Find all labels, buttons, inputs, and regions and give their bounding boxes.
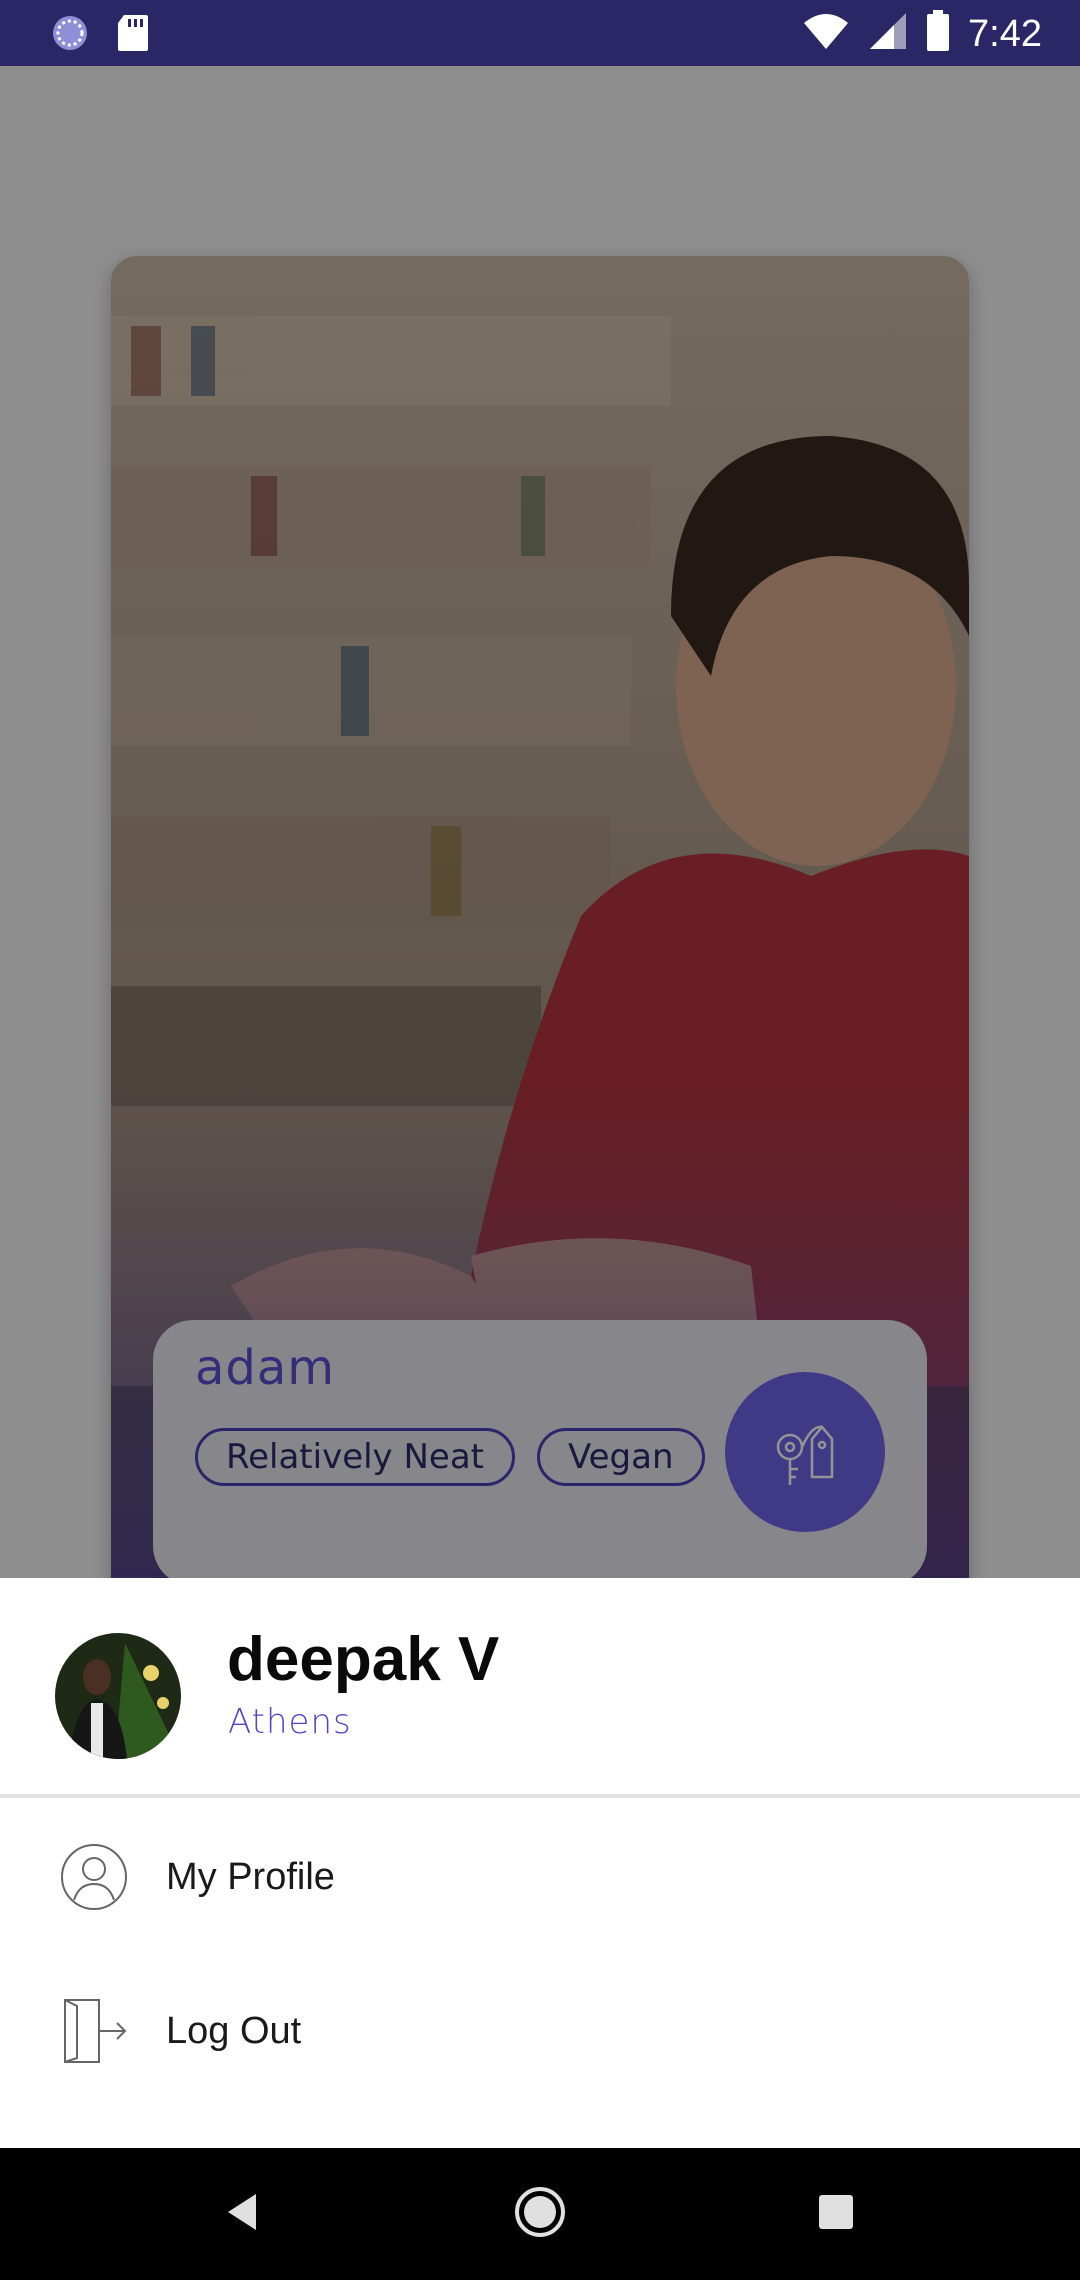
status-right: 7:42 — [802, 10, 1042, 57]
sync-icon — [50, 13, 90, 58]
clock: 7:42 — [968, 12, 1042, 55]
cell-signal-icon — [868, 11, 908, 56]
recents-button[interactable] — [800, 2178, 872, 2250]
menu-item-log-out[interactable]: Log Out — [0, 1954, 1080, 2108]
status-bar: 7:42 — [0, 0, 1080, 66]
user-header: deepak V Athens — [0, 1578, 1080, 1798]
drawer-scrim[interactable] — [0, 66, 1080, 1578]
profile-icon — [58, 1841, 130, 1913]
battery-icon — [926, 10, 950, 57]
bottom-drawer: deepak V Athens My Profile Log Out — [0, 1578, 1080, 2148]
back-button[interactable] — [206, 2178, 278, 2250]
menu-item-label: Log Out — [166, 2009, 302, 2052]
sd-card-icon — [116, 13, 150, 58]
home-button[interactable] — [504, 2178, 576, 2250]
screen: 7:42 adam Relatively Neat Vegan deepak V… — [0, 0, 1080, 2280]
status-left — [50, 13, 150, 58]
recents-icon — [817, 2193, 855, 2236]
logout-icon — [58, 1995, 130, 2067]
menu-item-my-profile[interactable]: My Profile — [0, 1800, 1080, 1954]
drawer-menu: My Profile Log Out — [0, 1800, 1080, 2108]
back-icon — [222, 2190, 262, 2239]
user-name: deepak V — [227, 1625, 500, 1694]
home-icon — [513, 2185, 567, 2244]
wifi-icon — [802, 11, 850, 56]
navigation-bar — [0, 2148, 1080, 2280]
user-city: Athens — [228, 1702, 352, 1742]
avatar[interactable] — [55, 1633, 181, 1759]
menu-item-label: My Profile — [166, 1855, 335, 1898]
